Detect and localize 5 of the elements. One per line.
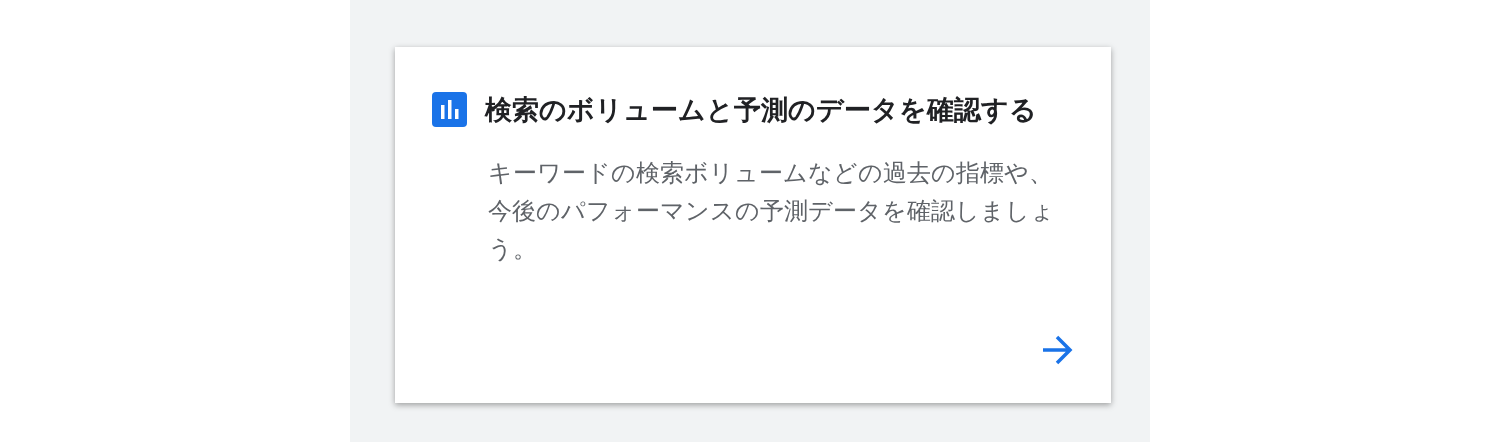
arrow-right-icon[interactable] [1041, 335, 1073, 365]
card[interactable]: 検索のボリュームと予測のデータを確認する キーワードの検索ボリュームなどの過去の指標や、今後のパフォーマンスの予測データを確認しましょう。 [395, 47, 1111, 403]
card-title: 検索のボリュームと予測のデータを確認する [485, 94, 1037, 127]
bar-chart-icon [432, 92, 467, 127]
card-description: キーワードの検索ボリュームなどの過去の指標や、今後のパフォーマンスの予測データを確認しましょう。 [488, 158, 1056, 264]
